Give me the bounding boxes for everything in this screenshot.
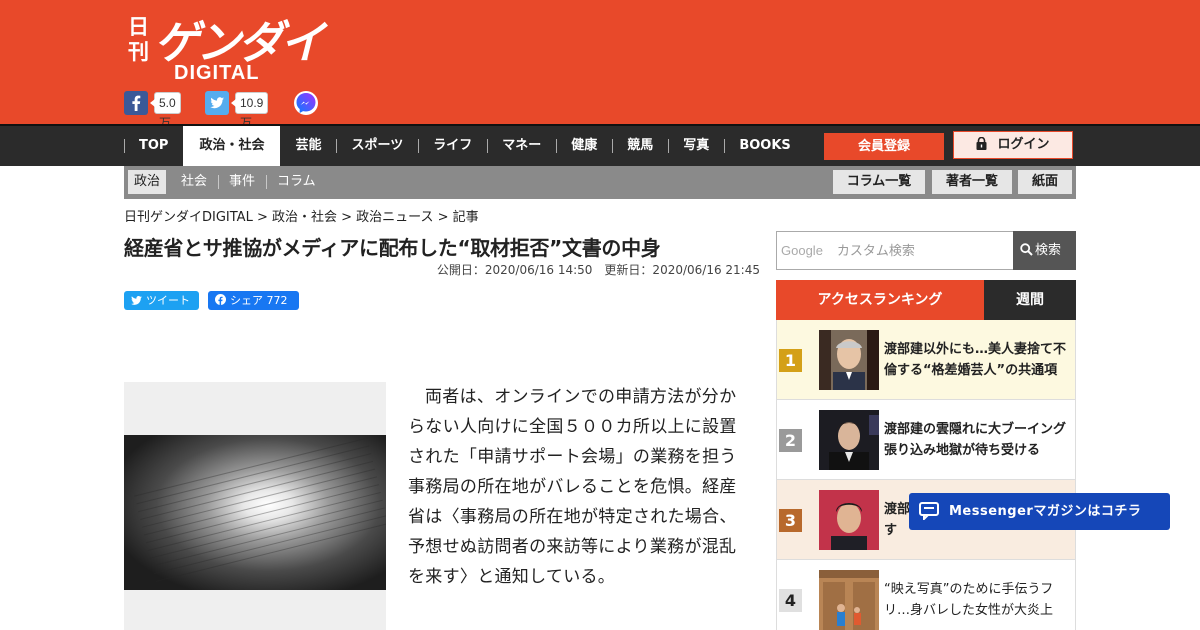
tab-weekly[interactable]: 週間: [984, 280, 1076, 320]
main-nav: TOP 政治・社会 芸能 スポーツ ライフ マネー 健康 競馬 写真 BOOKS…: [0, 124, 1200, 166]
ranking-headline: “映え写真”のために手伝うフリ…身バレした女性が大炎上: [884, 582, 1054, 618]
ranking-headline: 渡部建の雲隠れに大ブーイング 張り込み地獄が待ち受ける: [884, 422, 1067, 458]
ranking-item[interactable]: 4 “映え写真”のために手伝うフリ…身バレした女性が大炎上: [776, 560, 1076, 630]
nav-item-life[interactable]: ライフ: [418, 126, 487, 166]
search-icon: [1020, 243, 1033, 256]
messenger-icon[interactable]: [294, 91, 318, 115]
ranking-thumbnail: [819, 570, 879, 630]
chat-icon: [919, 502, 939, 520]
facebook-icon[interactable]: [124, 91, 148, 115]
messenger-magazine-banner[interactable]: Messengerマガジンはコチラ: [909, 493, 1170, 530]
subnav-item-society[interactable]: 社会: [170, 170, 218, 194]
document-photo: [124, 435, 386, 590]
nav-item-photos[interactable]: 写真: [668, 126, 724, 166]
ranking-tabs: アクセスランキング 週間: [776, 280, 1076, 320]
facebook-f-icon: [215, 294, 226, 305]
subnav-item-column[interactable]: コラム: [266, 170, 327, 194]
nav-item-top[interactable]: TOP: [124, 126, 183, 166]
share-count: 772: [266, 294, 288, 307]
rank-number: 3: [779, 509, 802, 532]
article-image[interactable]: [124, 382, 386, 630]
logo-nikkan: 日刊: [128, 14, 149, 64]
messenger-banner-label: Messengerマガジンはコチラ: [949, 504, 1142, 519]
author-list-button[interactable]: 著者一覧: [932, 170, 1012, 194]
twitter-bird-icon: [131, 296, 142, 305]
site-header: 日刊 ゲンダイ DIGITAL 5.0万 10.9万: [0, 0, 1200, 130]
article-paragraph: 両者は、オンラインでの申請方法が分からない人向けに全国５００カ所以上に設置された…: [408, 387, 737, 587]
lock-icon: [976, 137, 987, 150]
facebook-share-button[interactable]: シェア 772: [208, 291, 299, 310]
nav-item-politics-society[interactable]: 政治・社会: [183, 126, 281, 166]
nav-item-horse-racing[interactable]: 競馬: [612, 126, 668, 166]
ranking-thumbnail: [819, 490, 879, 550]
nav-item-health[interactable]: 健康: [556, 126, 612, 166]
facebook-count: 5.0万: [150, 92, 181, 130]
tweet-label: ツイート: [146, 294, 190, 307]
subnav-item-politics[interactable]: 政治: [128, 170, 167, 194]
tweet-button[interactable]: ツイート: [124, 291, 199, 310]
register-button[interactable]: 会員登録: [824, 133, 944, 160]
article-title: 経産省とサ推協がメディアに配布した“取材拒否”文書の中身: [124, 236, 661, 260]
nav-items: TOP 政治・社会 芸能 スポーツ ライフ マネー 健康 競馬 写真 BOOKS: [124, 126, 806, 166]
article-dates: 公開日：2020/06/16 14:50 更新日：2020/06/16 21:4…: [436, 263, 760, 277]
rank-number: 4: [779, 589, 802, 612]
rank-number: 1: [779, 349, 802, 372]
ranking-thumbnail: [819, 330, 879, 390]
tab-access-ranking[interactable]: アクセスランキング: [776, 280, 984, 320]
search-button-label: 検索: [1035, 243, 1062, 258]
subnav-item-incidents[interactable]: 事件: [218, 170, 266, 194]
twitter-icon[interactable]: [205, 91, 229, 115]
login-label: ログイン: [997, 137, 1050, 152]
ranking-headline: 渡部建以外にも…美人妻捨て不倫する“格差婚芸人”の共通項: [884, 342, 1067, 378]
ranking-list: 1 渡部建以外にも…美人妻捨て不倫する“格差婚芸人”の共通項 2 渡部建の雲隠れ…: [776, 320, 1076, 630]
ranking-thumbnail: [819, 410, 879, 470]
article-body: 両者は、オンラインでの申請方法が分からない人向けに全国５００カ所以上に設置された…: [408, 382, 752, 592]
search-input[interactable]: Google カスタム検索: [776, 231, 1013, 270]
site-logo[interactable]: 日刊 ゲンダイ DIGITAL: [124, 10, 325, 84]
rank-number: 2: [779, 429, 802, 452]
nav-item-books[interactable]: BOOKS: [724, 126, 805, 166]
newspaper-button[interactable]: 紙面: [1018, 170, 1072, 194]
site-search: Google カスタム検索 検索: [776, 231, 1076, 270]
ranking-item[interactable]: 2 渡部建の雲隠れに大ブーイング 張り込み地獄が待ち受ける: [776, 400, 1076, 480]
nav-item-entertainment[interactable]: 芸能: [280, 126, 336, 166]
breadcrumb[interactable]: 日刊ゲンダイDIGITAL > 政治・社会 > 政治ニュース > 記事: [124, 206, 479, 225]
sub-nav: 政治 社会 事件 コラム コラム一覧 著者一覧 紙面: [124, 166, 1076, 199]
column-list-button[interactable]: コラム一覧: [833, 170, 925, 194]
search-placeholder: カスタム検索: [836, 244, 915, 259]
google-label: Google: [781, 243, 823, 258]
login-button[interactable]: ログイン: [953, 131, 1073, 159]
ranking-item[interactable]: 1 渡部建以外にも…美人妻捨て不倫する“格差婚芸人”の共通項: [776, 320, 1076, 400]
sub-nav-items: 政治 社会 事件 コラム: [128, 170, 327, 194]
twitter-count: 10.9万: [230, 92, 269, 130]
nav-item-money[interactable]: マネー: [487, 126, 556, 166]
nav-item-sports[interactable]: スポーツ: [336, 126, 418, 166]
share-label: シェア: [230, 294, 263, 307]
logo-digital: DIGITAL: [174, 62, 260, 84]
search-button[interactable]: 検索: [1013, 231, 1076, 270]
